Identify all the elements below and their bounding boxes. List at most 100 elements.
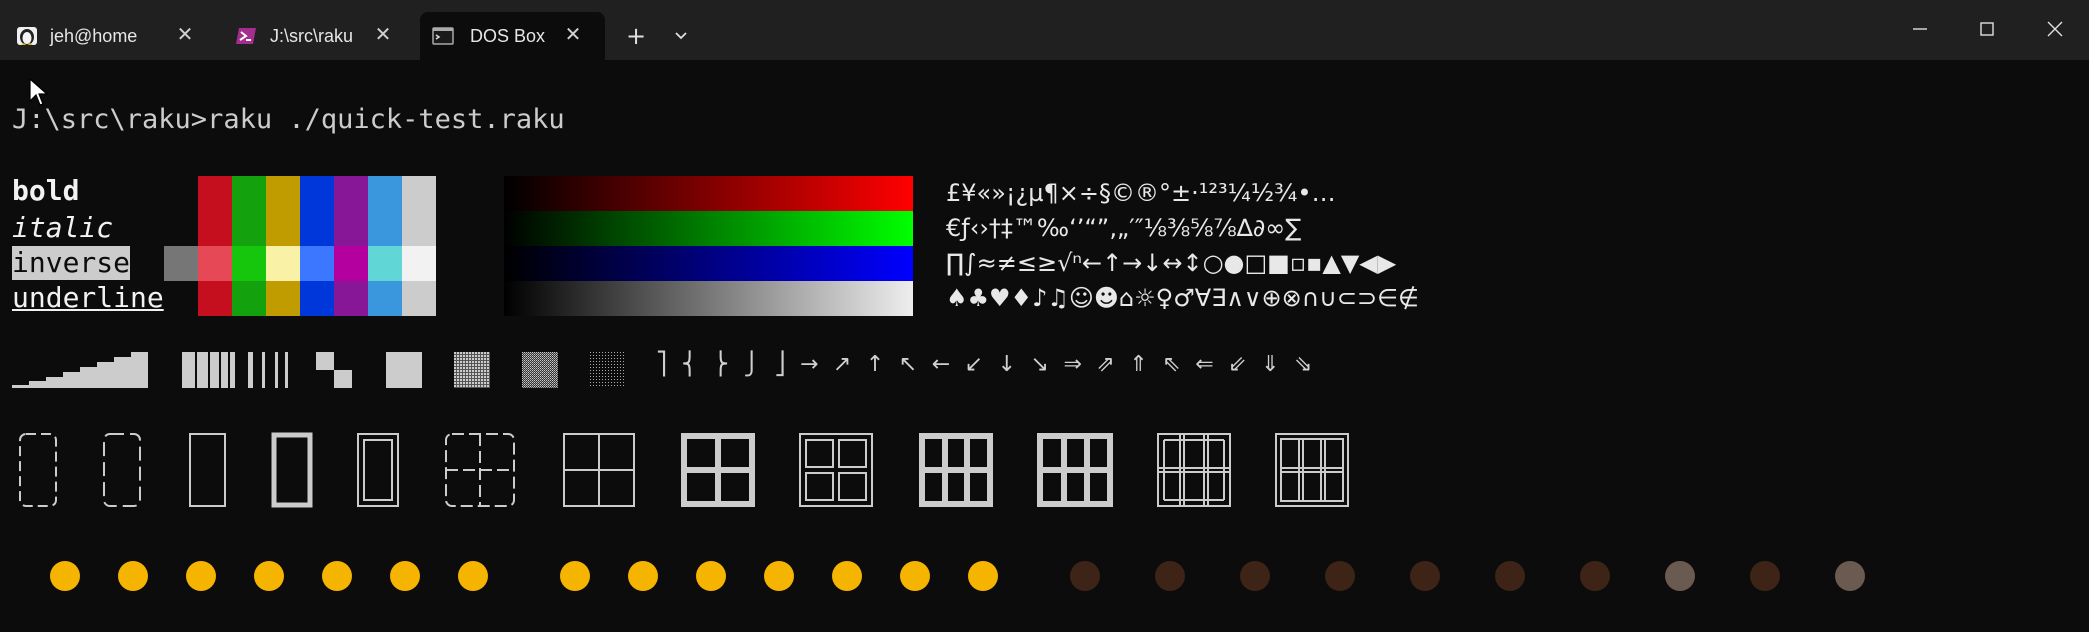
- tab-raku[interactable]: J:\src\raku ✕: [220, 12, 415, 60]
- expressionless-face-emoji: [832, 561, 862, 591]
- person-emoji: [1240, 561, 1270, 591]
- color-swatch: [300, 211, 334, 246]
- box-dashed-rounded: [103, 433, 141, 507]
- color-swatch: [198, 281, 232, 316]
- light-shade-sample: [590, 352, 626, 388]
- box-light-single: [189, 433, 226, 507]
- color-swatch: [402, 176, 436, 211]
- tab-dos-box[interactable]: DOS Box ✕: [420, 12, 605, 60]
- flushed-face-emoji: [628, 561, 658, 591]
- zipper-mouth-emoji: [390, 561, 420, 591]
- box-double-triple-grid: [1157, 433, 1231, 507]
- close-icon: [2047, 21, 2063, 37]
- char-sample-line: €ƒ‹›†‡™‰‘’“”‚„′″⅛⅜⅝⅞∆∂∞∑: [946, 214, 1302, 242]
- older-person-emoji: [1835, 561, 1865, 591]
- box-double-triple-grid-alt: [1275, 433, 1349, 507]
- zipper-mouth-emoji: [900, 561, 930, 591]
- tab-dropdown-button[interactable]: [669, 22, 693, 50]
- tab-close-icon[interactable]: ✕: [562, 24, 584, 46]
- blue-gradient: [504, 246, 913, 281]
- color-swatch: [368, 281, 402, 316]
- color-swatch: [334, 246, 368, 281]
- chevron-down-icon: [675, 32, 687, 40]
- tab-label: jeh@home: [50, 26, 138, 46]
- box-dashed-cross: [445, 433, 515, 507]
- flushed-face-emoji: [118, 561, 148, 591]
- color-swatch: [334, 281, 368, 316]
- person-emoji: [1750, 561, 1780, 591]
- heart-eyes-emoji: [696, 561, 726, 591]
- red-gradient: [504, 176, 913, 211]
- minimize-button[interactable]: [1900, 14, 1940, 44]
- color-swatch: [232, 211, 266, 246]
- color-swatch: [232, 246, 266, 281]
- box-light-grid: [563, 433, 635, 507]
- color-swatch: [300, 246, 334, 281]
- color-swatch: [198, 176, 232, 211]
- cmd-icon: [432, 26, 454, 46]
- box-heavy-triple-grid-alt: [1037, 433, 1113, 507]
- minimize-icon: [1913, 28, 1927, 30]
- color-swatch: [232, 281, 266, 316]
- expressionless-face-emoji: [322, 561, 352, 591]
- powershell-icon: [235, 26, 257, 46]
- older-person-emoji: [1665, 561, 1695, 591]
- color-swatch: [232, 176, 266, 211]
- box-heavy-grid: [681, 433, 755, 507]
- color-swatch: [266, 281, 300, 316]
- maximize-icon: [1980, 22, 1994, 36]
- char-sample-line: ∏∫≈≠≤≥√ⁿ←↑→↓↔↕○●□■▫▪▲▼◀▶: [946, 249, 1397, 277]
- box-heavy-triple-grid: [919, 433, 993, 507]
- nauseated-face-emoji: [458, 561, 488, 591]
- person-emoji: [1155, 561, 1185, 591]
- person-emoji: [1410, 561, 1440, 591]
- close-button[interactable]: [2035, 14, 2075, 44]
- color-swatch: [368, 176, 402, 211]
- person-emoji: [1495, 561, 1525, 591]
- quadrant-blocks-sample: [316, 352, 352, 388]
- style-sample-italic: italic: [12, 211, 114, 244]
- char-sample-line: £¥«»¡¿µ¶×÷§©®°±·¹²³¼½¾•…: [946, 179, 1336, 207]
- person-emoji: [1580, 561, 1610, 591]
- penguin-icon: [16, 26, 38, 46]
- color-swatch: [402, 211, 436, 246]
- color-swatch: [300, 176, 334, 211]
- color-swatch: [198, 246, 232, 281]
- tab-jeh-home[interactable]: jeh@home ✕: [0, 12, 210, 60]
- color-swatch: [266, 246, 300, 281]
- angry-face-emoji: [254, 561, 284, 591]
- color-swatch: [368, 246, 402, 281]
- full-block-sample: [386, 352, 422, 388]
- dark-shade-sample: [454, 352, 490, 388]
- dizzy-face-emoji: [560, 561, 590, 591]
- style-sample-bold: bold: [12, 174, 80, 207]
- tab-label: DOS Box: [470, 26, 546, 46]
- color-swatch: [402, 281, 436, 316]
- tab-label: J:\src\raku: [270, 26, 354, 46]
- box-double-grid: [799, 433, 873, 507]
- color-swatch: [266, 176, 300, 211]
- color-swatch: [402, 246, 436, 281]
- medium-shade-sample: [522, 352, 558, 388]
- color-swatch: [266, 211, 300, 246]
- block-stair-sample: [12, 352, 148, 388]
- angry-face-emoji: [764, 561, 794, 591]
- person-emoji: [1325, 561, 1355, 591]
- maximize-button[interactable]: [1967, 14, 2007, 44]
- nauseated-face-emoji: [968, 561, 998, 591]
- color-swatch: [334, 176, 368, 211]
- tab-close-icon[interactable]: ✕: [174, 24, 196, 46]
- color-swatch: [198, 211, 232, 246]
- terminal-area[interactable]: [0, 60, 2089, 632]
- person-emoji: [1070, 561, 1100, 591]
- vertical-blocks-sample: [182, 352, 288, 388]
- color-swatch: [300, 281, 334, 316]
- green-gradient: [504, 211, 913, 246]
- color-swatch: [164, 246, 198, 281]
- style-sample-underline: underline: [12, 281, 164, 314]
- char-sample-line: ♠♣♥♦♪♫☺☻⌂☼♀♂∀∃∧∨⊕⊗∩∪⊂⊃∈∉: [946, 284, 1419, 312]
- arrow-glyphs: ⎤⎨⎬⎭⎦→↗↑↖←↙↓↘⇒⇗⇑⇖⇐⇙⇓⇘: [656, 352, 1327, 377]
- tab-close-icon[interactable]: ✕: [372, 24, 394, 46]
- style-sample-inverse: inverse: [12, 246, 131, 280]
- new-tab-button[interactable]: +: [620, 22, 652, 50]
